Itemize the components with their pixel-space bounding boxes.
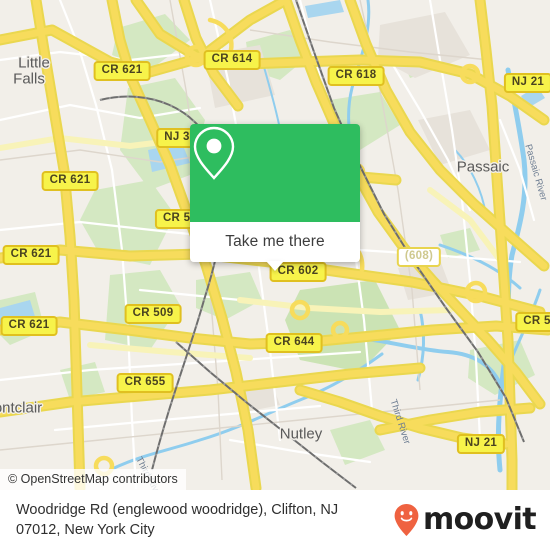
map-pin-icon (193, 126, 235, 180)
road-shield: NJ 21 (503, 73, 550, 93)
road-shield: CR 621 (41, 171, 99, 191)
osm-attribution[interactable]: © OpenStreetMap contributors (0, 469, 186, 490)
road-shield: CR 621 (0, 316, 58, 336)
footer-bar: .land{fill:#f2efe9} .green{fill:#d4e8c2}… (0, 490, 550, 550)
road-shield: CR 621 (2, 245, 60, 265)
road-shield: CR 621 (93, 61, 151, 81)
road-shield: CR 614 (203, 50, 261, 70)
road-shield: (608) (396, 247, 442, 267)
road-shield: CR 655 (116, 373, 174, 393)
popup-cta-bar[interactable]: Take me there (190, 222, 360, 271)
road-shield: CR 618 (327, 66, 385, 86)
address-line-1: Woodridge Rd (englewood woodridge), Clif… (16, 502, 339, 518)
address-text: Woodridge Rd (englewood woodridge), Clif… (16, 500, 338, 540)
address-line-2: 07012, New York City (16, 522, 155, 538)
take-me-there-label: Take me there (225, 233, 325, 250)
destination-popup-card[interactable]: Take me there (190, 124, 360, 271)
road-shield: NJ 21 (456, 434, 506, 454)
popup-pin-panel (190, 124, 360, 222)
place-label: Passaic (456, 158, 510, 176)
road-shield: CR 644 (265, 333, 323, 353)
moovit-pin-smiley-icon (394, 504, 419, 536)
moovit-map-screenshot: .land{fill:#f2efe9} .green{fill:#d4e8c2}… (0, 0, 550, 550)
moovit-logo[interactable]: moovit (393, 502, 537, 537)
popup-pointer-tail (266, 261, 284, 271)
place-label: ontclair (0, 399, 43, 417)
road-shield: CR 5 (515, 312, 550, 332)
road-shield: CR 509 (124, 304, 182, 324)
place-label: Little (18, 54, 50, 72)
map-canvas[interactable]: .land{fill:#f2efe9} .green{fill:#d4e8c2}… (0, 0, 550, 490)
place-label: Nutley (279, 425, 323, 443)
moovit-wordmark: moovit (422, 502, 537, 537)
place-label: Falls (13, 70, 45, 88)
